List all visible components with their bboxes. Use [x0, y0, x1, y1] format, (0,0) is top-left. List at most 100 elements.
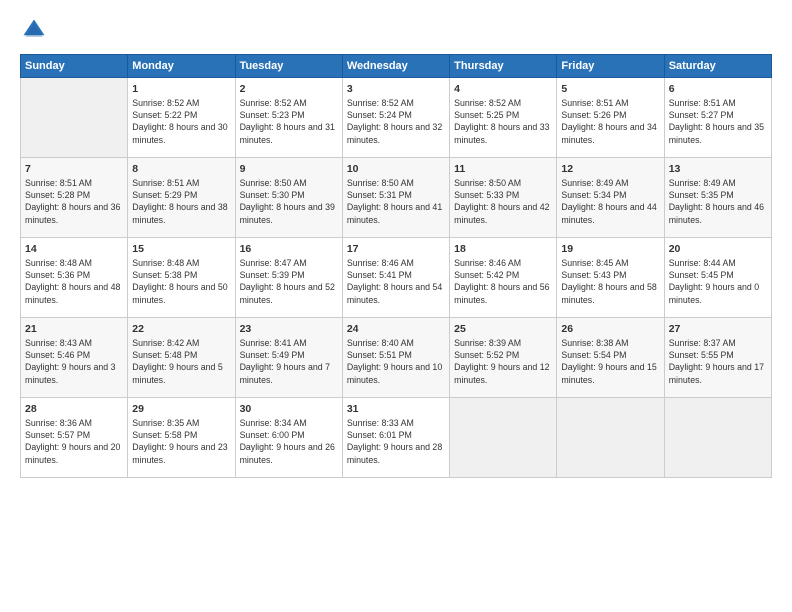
logo-icon [20, 16, 48, 44]
calendar-day-cell: 24Sunrise: 8:40 AM Sunset: 5:51 PM Dayli… [342, 318, 449, 398]
calendar-day-cell: 2Sunrise: 8:52 AM Sunset: 5:23 PM Daylig… [235, 78, 342, 158]
calendar-day-cell [664, 398, 771, 478]
calendar-day-cell [450, 398, 557, 478]
day-info: Sunrise: 8:51 AM Sunset: 5:26 PM Dayligh… [561, 97, 659, 146]
day-number: 4 [454, 82, 552, 96]
day-number: 25 [454, 322, 552, 336]
day-info: Sunrise: 8:46 AM Sunset: 5:42 PM Dayligh… [454, 257, 552, 306]
day-info: Sunrise: 8:37 AM Sunset: 5:55 PM Dayligh… [669, 337, 767, 386]
calendar-day-cell: 13Sunrise: 8:49 AM Sunset: 5:35 PM Dayli… [664, 158, 771, 238]
day-info: Sunrise: 8:38 AM Sunset: 5:54 PM Dayligh… [561, 337, 659, 386]
day-info: Sunrise: 8:46 AM Sunset: 5:41 PM Dayligh… [347, 257, 445, 306]
calendar-day-cell: 5Sunrise: 8:51 AM Sunset: 5:26 PM Daylig… [557, 78, 664, 158]
weekday-header-cell: Monday [128, 55, 235, 78]
calendar-day-cell: 14Sunrise: 8:48 AM Sunset: 5:36 PM Dayli… [21, 238, 128, 318]
day-number: 21 [25, 322, 123, 336]
day-info: Sunrise: 8:48 AM Sunset: 5:36 PM Dayligh… [25, 257, 123, 306]
day-info: Sunrise: 8:52 AM Sunset: 5:22 PM Dayligh… [132, 97, 230, 146]
day-number: 5 [561, 82, 659, 96]
calendar-day-cell: 26Sunrise: 8:38 AM Sunset: 5:54 PM Dayli… [557, 318, 664, 398]
day-number: 8 [132, 162, 230, 176]
day-info: Sunrise: 8:49 AM Sunset: 5:35 PM Dayligh… [669, 177, 767, 226]
day-number: 15 [132, 242, 230, 256]
day-number: 28 [25, 402, 123, 416]
calendar-day-cell: 7Sunrise: 8:51 AM Sunset: 5:28 PM Daylig… [21, 158, 128, 238]
page-header [20, 16, 772, 44]
day-info: Sunrise: 8:48 AM Sunset: 5:38 PM Dayligh… [132, 257, 230, 306]
calendar-day-cell: 30Sunrise: 8:34 AM Sunset: 6:00 PM Dayli… [235, 398, 342, 478]
day-info: Sunrise: 8:40 AM Sunset: 5:51 PM Dayligh… [347, 337, 445, 386]
calendar-day-cell: 25Sunrise: 8:39 AM Sunset: 5:52 PM Dayli… [450, 318, 557, 398]
calendar-day-cell [21, 78, 128, 158]
day-info: Sunrise: 8:50 AM Sunset: 5:31 PM Dayligh… [347, 177, 445, 226]
day-number: 2 [240, 82, 338, 96]
day-info: Sunrise: 8:43 AM Sunset: 5:46 PM Dayligh… [25, 337, 123, 386]
day-number: 16 [240, 242, 338, 256]
calendar-day-cell: 23Sunrise: 8:41 AM Sunset: 5:49 PM Dayli… [235, 318, 342, 398]
calendar-week-row: 7Sunrise: 8:51 AM Sunset: 5:28 PM Daylig… [21, 158, 772, 238]
calendar-day-cell: 11Sunrise: 8:50 AM Sunset: 5:33 PM Dayli… [450, 158, 557, 238]
calendar-body: 1Sunrise: 8:52 AM Sunset: 5:22 PM Daylig… [21, 78, 772, 478]
day-info: Sunrise: 8:45 AM Sunset: 5:43 PM Dayligh… [561, 257, 659, 306]
day-number: 22 [132, 322, 230, 336]
calendar-week-row: 28Sunrise: 8:36 AM Sunset: 5:57 PM Dayli… [21, 398, 772, 478]
weekday-header-row: SundayMondayTuesdayWednesdayThursdayFrid… [21, 55, 772, 78]
day-number: 30 [240, 402, 338, 416]
day-info: Sunrise: 8:35 AM Sunset: 5:58 PM Dayligh… [132, 417, 230, 466]
day-number: 6 [669, 82, 767, 96]
day-info: Sunrise: 8:47 AM Sunset: 5:39 PM Dayligh… [240, 257, 338, 306]
day-number: 12 [561, 162, 659, 176]
calendar-day-cell: 19Sunrise: 8:45 AM Sunset: 5:43 PM Dayli… [557, 238, 664, 318]
calendar-day-cell: 21Sunrise: 8:43 AM Sunset: 5:46 PM Dayli… [21, 318, 128, 398]
day-number: 3 [347, 82, 445, 96]
day-number: 27 [669, 322, 767, 336]
day-number: 24 [347, 322, 445, 336]
day-number: 20 [669, 242, 767, 256]
day-info: Sunrise: 8:39 AM Sunset: 5:52 PM Dayligh… [454, 337, 552, 386]
calendar-page: SundayMondayTuesdayWednesdayThursdayFrid… [0, 0, 792, 612]
day-number: 14 [25, 242, 123, 256]
calendar-day-cell: 12Sunrise: 8:49 AM Sunset: 5:34 PM Dayli… [557, 158, 664, 238]
calendar-day-cell: 22Sunrise: 8:42 AM Sunset: 5:48 PM Dayli… [128, 318, 235, 398]
calendar-table: SundayMondayTuesdayWednesdayThursdayFrid… [20, 54, 772, 478]
day-info: Sunrise: 8:50 AM Sunset: 5:33 PM Dayligh… [454, 177, 552, 226]
weekday-header-cell: Saturday [664, 55, 771, 78]
calendar-day-cell [557, 398, 664, 478]
day-info: Sunrise: 8:42 AM Sunset: 5:48 PM Dayligh… [132, 337, 230, 386]
day-number: 13 [669, 162, 767, 176]
day-info: Sunrise: 8:49 AM Sunset: 5:34 PM Dayligh… [561, 177, 659, 226]
day-number: 9 [240, 162, 338, 176]
calendar-day-cell: 29Sunrise: 8:35 AM Sunset: 5:58 PM Dayli… [128, 398, 235, 478]
calendar-day-cell: 15Sunrise: 8:48 AM Sunset: 5:38 PM Dayli… [128, 238, 235, 318]
day-number: 19 [561, 242, 659, 256]
day-info: Sunrise: 8:50 AM Sunset: 5:30 PM Dayligh… [240, 177, 338, 226]
day-info: Sunrise: 8:52 AM Sunset: 5:23 PM Dayligh… [240, 97, 338, 146]
day-number: 31 [347, 402, 445, 416]
calendar-day-cell: 17Sunrise: 8:46 AM Sunset: 5:41 PM Dayli… [342, 238, 449, 318]
weekday-header-cell: Sunday [21, 55, 128, 78]
day-info: Sunrise: 8:34 AM Sunset: 6:00 PM Dayligh… [240, 417, 338, 466]
weekday-header-cell: Friday [557, 55, 664, 78]
calendar-day-cell: 10Sunrise: 8:50 AM Sunset: 5:31 PM Dayli… [342, 158, 449, 238]
day-info: Sunrise: 8:51 AM Sunset: 5:27 PM Dayligh… [669, 97, 767, 146]
calendar-day-cell: 4Sunrise: 8:52 AM Sunset: 5:25 PM Daylig… [450, 78, 557, 158]
day-number: 17 [347, 242, 445, 256]
logo [20, 16, 52, 44]
weekday-header-cell: Thursday [450, 55, 557, 78]
day-info: Sunrise: 8:51 AM Sunset: 5:29 PM Dayligh… [132, 177, 230, 226]
day-number: 7 [25, 162, 123, 176]
weekday-header-cell: Wednesday [342, 55, 449, 78]
day-number: 26 [561, 322, 659, 336]
calendar-day-cell: 3Sunrise: 8:52 AM Sunset: 5:24 PM Daylig… [342, 78, 449, 158]
day-info: Sunrise: 8:36 AM Sunset: 5:57 PM Dayligh… [25, 417, 123, 466]
day-info: Sunrise: 8:44 AM Sunset: 5:45 PM Dayligh… [669, 257, 767, 306]
day-info: Sunrise: 8:33 AM Sunset: 6:01 PM Dayligh… [347, 417, 445, 466]
calendar-day-cell: 31Sunrise: 8:33 AM Sunset: 6:01 PM Dayli… [342, 398, 449, 478]
day-info: Sunrise: 8:41 AM Sunset: 5:49 PM Dayligh… [240, 337, 338, 386]
calendar-day-cell: 28Sunrise: 8:36 AM Sunset: 5:57 PM Dayli… [21, 398, 128, 478]
day-number: 23 [240, 322, 338, 336]
calendar-day-cell: 20Sunrise: 8:44 AM Sunset: 5:45 PM Dayli… [664, 238, 771, 318]
day-number: 1 [132, 82, 230, 96]
calendar-day-cell: 1Sunrise: 8:52 AM Sunset: 5:22 PM Daylig… [128, 78, 235, 158]
calendar-day-cell: 6Sunrise: 8:51 AM Sunset: 5:27 PM Daylig… [664, 78, 771, 158]
